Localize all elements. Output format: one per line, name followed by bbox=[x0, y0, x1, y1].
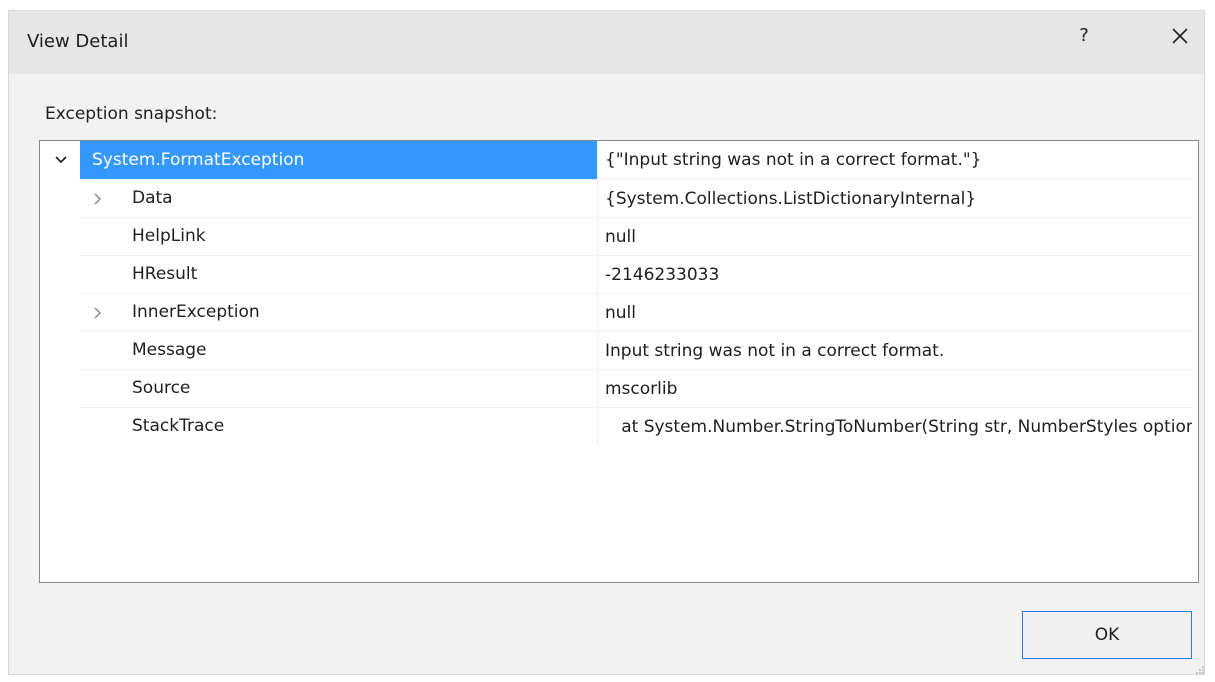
chevron-down-icon bbox=[55, 156, 67, 164]
expand-toggle[interactable] bbox=[86, 293, 110, 331]
dialog-title: View Detail bbox=[27, 31, 129, 52]
row-value: null bbox=[597, 293, 1192, 331]
chevron-right-icon bbox=[94, 307, 102, 319]
resize-grip-icon[interactable] bbox=[1195, 665, 1205, 675]
row-name: System.FormatException bbox=[92, 150, 305, 170]
grid-row-message[interactable]: Message Input string was not in a correct… bbox=[40, 331, 1198, 369]
grid-row-source[interactable]: Source mscorlib bbox=[40, 369, 1198, 407]
row-value: {System.Collections.ListDictionaryIntern… bbox=[597, 179, 1192, 217]
row-name: Source bbox=[132, 378, 191, 398]
view-detail-dialog: View Detail ? Exception snapshot: System… bbox=[8, 10, 1205, 675]
row-value: mscorlib bbox=[597, 369, 1192, 407]
row-name: Message bbox=[132, 340, 207, 360]
row-name: Data bbox=[132, 188, 173, 208]
grid-row-stacktrace[interactable]: StackTrace at System.Number.StringToNumb… bbox=[40, 407, 1198, 445]
close-button[interactable] bbox=[1165, 21, 1195, 51]
row-name: InnerException bbox=[132, 302, 260, 322]
row-value: -2146233033 bbox=[597, 255, 1192, 293]
grid-row-helplink[interactable]: HelpLink null bbox=[40, 217, 1198, 255]
chevron-right-icon bbox=[94, 193, 102, 205]
grid-row-innerexception[interactable]: InnerException null bbox=[40, 293, 1198, 331]
grid-row-root[interactable]: System.FormatException {"Input string wa… bbox=[40, 141, 1198, 179]
row-name: HelpLink bbox=[132, 226, 206, 246]
row-value: at System.Number.StringToNumber(String s… bbox=[597, 407, 1192, 445]
exception-snapshot-label: Exception snapshot: bbox=[45, 104, 218, 124]
collapse-toggle[interactable] bbox=[48, 141, 72, 179]
title-bar: View Detail ? bbox=[9, 11, 1204, 74]
row-value: {"Input string was not in a correct form… bbox=[597, 141, 1192, 179]
row-value: Input string was not in a correct format… bbox=[597, 331, 1192, 369]
ok-button[interactable]: OK bbox=[1022, 611, 1192, 659]
row-name: HResult bbox=[132, 264, 198, 284]
close-icon bbox=[1172, 28, 1188, 44]
help-button[interactable]: ? bbox=[1069, 21, 1099, 51]
grid-row-hresult[interactable]: HResult -2146233033 bbox=[40, 255, 1198, 293]
exception-snapshot-grid[interactable]: System.FormatException {"Input string wa… bbox=[39, 140, 1199, 583]
grid-row-data[interactable]: Data {System.Collections.ListDictionaryIn… bbox=[40, 179, 1198, 217]
expand-toggle[interactable] bbox=[86, 179, 110, 217]
row-value: null bbox=[597, 217, 1192, 255]
row-name: StackTrace bbox=[132, 416, 225, 436]
